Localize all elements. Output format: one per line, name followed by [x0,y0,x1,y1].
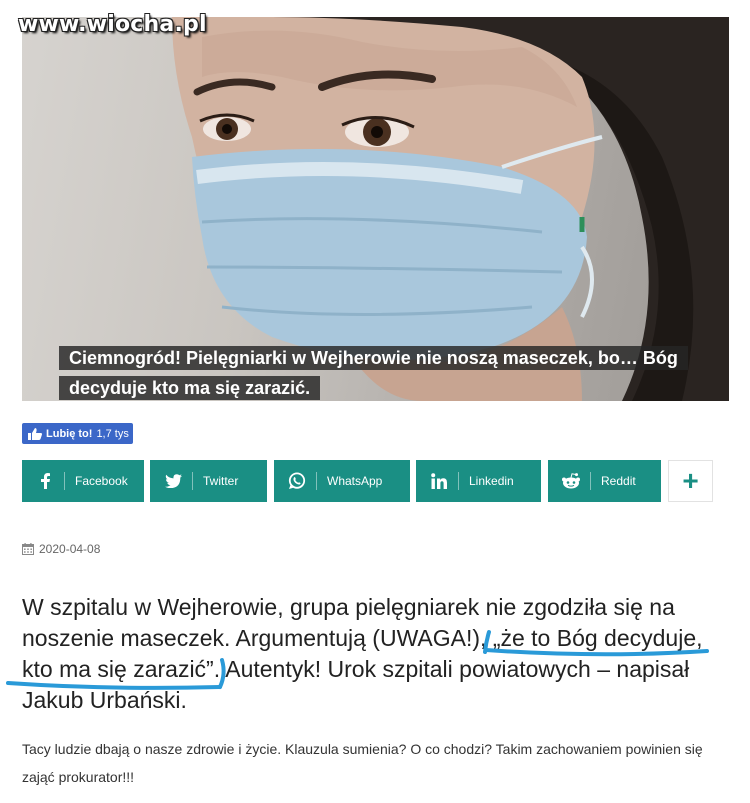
plus-icon: + [682,465,699,496]
share-whatsapp-button[interactable]: WhatsApp [274,460,410,502]
share-reddit-button[interactable]: Reddit [548,460,661,502]
thumbs-up-icon [28,427,42,440]
share-whatsapp-label: WhatsApp [327,474,383,488]
twitter-icon [158,474,188,488]
share-reddit-label: Reddit [601,474,636,488]
facebook-icon [30,473,60,489]
article-date-value: 2020-04-08 [39,542,101,556]
calendar-icon [22,543,34,555]
like-label: Lubię to! [46,427,93,440]
share-twitter-button[interactable]: Twitter [150,460,267,502]
site-watermark: www.wiocha.pl [18,12,207,37]
share-twitter-label: Twitter [203,474,239,488]
reddit-icon [556,473,586,489]
more-share-button[interactable]: + [668,460,713,502]
share-facebook-label: Facebook [75,474,128,488]
share-facebook-button[interactable]: Facebook [22,460,144,502]
share-linkedin-label: Linkedin [469,474,514,488]
article-lead: W szpitalu w Wejherowie, grupa pielęgnia… [22,592,722,716]
whatsapp-icon [282,472,312,490]
hero-image: Ciemnogród! Pielęgniarki w Wejherowie ni… [22,17,729,401]
linkedin-icon [424,473,454,489]
article-body: Tacy ludzie dbają o nasze zdrowie i życi… [22,741,703,785]
like-button[interactable]: Lubię to! 1,7 tys [22,423,133,444]
like-count: 1,7 tys [96,427,129,440]
article-date: 2020-04-08 [22,542,100,556]
share-linkedin-button[interactable]: Linkedin [416,460,541,502]
hero-caption[interactable]: Ciemnogród! Pielęgniarki w Wejherowie ni… [59,343,689,401]
